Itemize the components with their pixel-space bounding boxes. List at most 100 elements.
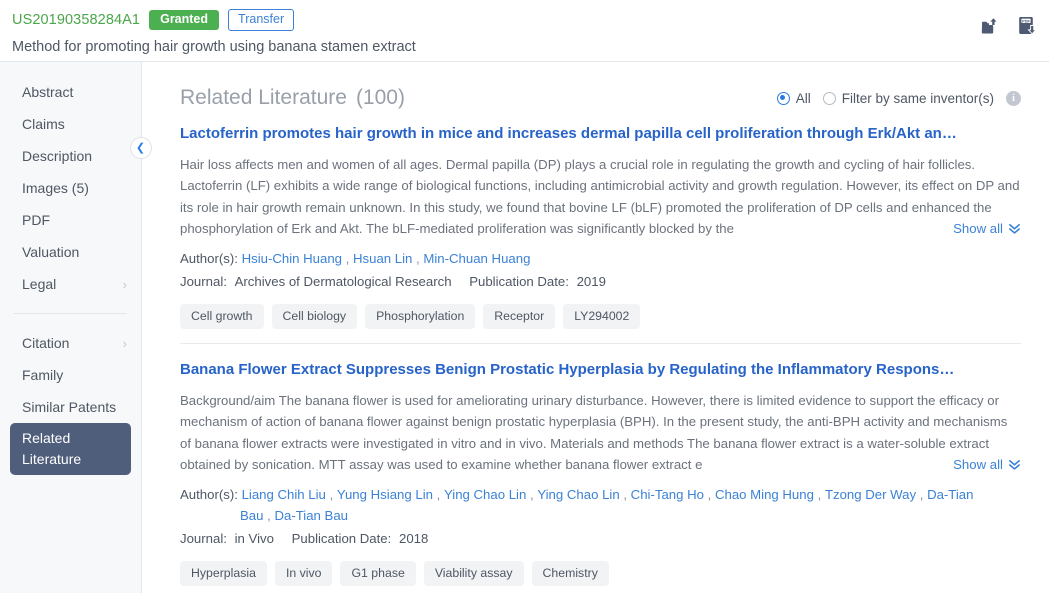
sidebar-item-legal[interactable]: Legal › <box>0 268 141 300</box>
header-icon-group: PDF <box>981 16 1037 37</box>
chevron-double-down-icon <box>1009 459 1020 470</box>
result-count: (100) <box>355 86 405 109</box>
transfer-button[interactable]: Transfer <box>228 9 295 31</box>
authors-list: Hsiu-Chin Huang , Hsuan Lin , Min-Chuan … <box>241 251 531 266</box>
sidebar-item-label: Claims <box>22 116 65 132</box>
article-tags: Cell growth Cell biology Phosphorylation… <box>180 304 1021 329</box>
article-authors-row: Author(s): Hsiu-Chin Huang , Hsuan Lin ,… <box>180 248 1021 269</box>
author-link[interactable]: Yung Hsiang Lin <box>337 487 433 502</box>
article-tags: Hyperplasia In vivo G1 phase Viability a… <box>180 561 1021 586</box>
content-header: Related Literature (100) All Filter by s… <box>180 62 1021 118</box>
article-journal-row: Journal: Archives of Dermatological Rese… <box>180 271 1021 292</box>
pubdate-label: Publication Date: <box>291 531 392 546</box>
pubdate-label: Publication Date: <box>469 274 569 289</box>
sidebar-item-citation[interactable]: Citation › <box>0 327 141 359</box>
author-link[interactable]: Ying Chao Lin <box>537 487 619 502</box>
pubdate-value: 2018 <box>398 531 429 546</box>
pubdate-value: 2019 <box>576 274 606 289</box>
article-title-link[interactable]: Lactoferrin promotes hair growth in mice… <box>180 124 1021 144</box>
chevron-right-icon: › <box>122 335 127 351</box>
chevron-left-icon: ❮ <box>135 141 146 154</box>
article-abstract: Background/aim The banana flower is used… <box>180 390 1021 475</box>
literature-item: Banana Flower Extract Suppresses Benign … <box>180 343 1021 593</box>
abstract-text: Background/aim The banana flower is used… <box>180 393 1008 472</box>
tag-chip[interactable]: Cell growth <box>180 304 264 329</box>
sidebar-item-label: Related Literature <box>22 430 82 467</box>
show-all-button[interactable]: Show all <box>950 453 1021 475</box>
radio-inventor-indicator[interactable] <box>822 91 836 105</box>
patent-title: Method for promoting hair growth using b… <box>12 39 416 55</box>
sidebar-item-related-literature[interactable]: Related Literature <box>10 423 131 475</box>
journal-label: Journal: <box>180 531 227 546</box>
tag-chip[interactable]: Cell biology <box>271 304 358 329</box>
authors-label: Author(s): <box>180 487 238 502</box>
journal-label: Journal: <box>180 274 227 289</box>
page-title: Related Literature <box>180 86 347 109</box>
sidebar-item-description[interactable]: Description <box>0 140 141 172</box>
patent-number: US20190358284A1 <box>12 12 141 28</box>
tag-chip[interactable]: G1 phase <box>340 561 416 586</box>
patent-id-row: US20190358284A1 Granted Transfer <box>12 8 1049 32</box>
journal-value: in Vivo <box>234 531 274 546</box>
show-all-button[interactable]: Show all <box>950 217 1021 239</box>
sidebar-item-family[interactable]: Family <box>0 359 141 391</box>
status-badge-granted: Granted <box>149 10 220 30</box>
author-link[interactable]: Da-Tian Bau <box>274 508 348 523</box>
sidebar-item-label: PDF <box>22 212 50 228</box>
radio-option-all[interactable]: All <box>776 91 811 106</box>
sidebar-item-label: Abstract <box>22 84 74 100</box>
sidebar-item-pdf[interactable]: PDF <box>0 204 141 236</box>
sidebar-item-label: Images (5) <box>22 180 89 196</box>
authors-label: Author(s): <box>180 251 238 266</box>
main-content: Related Literature (100) All Filter by s… <box>142 62 1049 593</box>
tag-chip[interactable]: LY294002 <box>563 304 641 329</box>
chevron-right-icon: › <box>122 276 127 292</box>
abstract-text: Hair loss affects men and women of all a… <box>180 157 1020 236</box>
authors-list: Liang Chih Liu , Yung Hsiang Lin , Ying … <box>240 487 974 523</box>
share-upload-icon[interactable] <box>981 17 1001 37</box>
article-abstract: Hair loss affects men and women of all a… <box>180 154 1021 239</box>
author-link[interactable]: Hsiu-Chin Huang <box>242 251 342 266</box>
tag-chip[interactable]: Viability assay <box>423 561 524 586</box>
tag-chip[interactable]: Hyperplasia <box>180 561 267 586</box>
sidebar-group-primary: Abstract Claims Description Images (5) P… <box>0 76 141 300</box>
journal-value: Archives of Dermatological Research <box>234 274 452 289</box>
sidebar-collapse-button[interactable]: ❮ <box>130 137 152 159</box>
sidebar-group-secondary: Citation › Family Similar Patents Relate… <box>0 327 141 475</box>
show-all-label: Show all <box>953 220 1003 236</box>
radio-option-same-inventor[interactable]: Filter by same inventor(s) <box>822 90 994 106</box>
sidebar-divider <box>14 313 127 314</box>
author-link[interactable]: Chao Ming Hung <box>715 487 814 502</box>
article-title-link[interactable]: Banana Flower Extract Suppresses Benign … <box>180 360 1021 380</box>
tag-chip[interactable]: Receptor <box>483 304 556 329</box>
sidebar-item-images[interactable]: Images (5) <box>0 172 141 204</box>
sidebar-item-abstract[interactable]: Abstract <box>0 76 141 108</box>
radio-all-indicator[interactable] <box>776 91 790 105</box>
author-link[interactable]: Chi-Tang Ho <box>631 487 704 502</box>
filter-controls: All Filter by same inventor(s) i <box>776 90 1021 106</box>
sidebar-item-label: Valuation <box>22 244 80 260</box>
tag-chip[interactable]: Phosphorylation <box>365 304 476 329</box>
sidebar-item-label: Description <box>22 148 93 164</box>
show-all-label: Show all <box>953 456 1003 472</box>
radio-inventor-label: Filter by same inventor(s) <box>841 90 994 106</box>
author-link[interactable]: Tzong Der Way <box>825 487 916 502</box>
author-link[interactable]: Liang Chih Liu <box>242 487 326 502</box>
patent-header: US20190358284A1 Granted Transfer Method … <box>0 0 1049 62</box>
svg-text:PDF: PDF <box>1022 18 1030 23</box>
sidebar-item-valuation[interactable]: Valuation <box>0 236 141 268</box>
page-body: Abstract Claims Description Images (5) P… <box>0 62 1049 593</box>
info-icon[interactable]: i <box>1006 90 1021 106</box>
author-link[interactable]: Hsuan Lin <box>353 251 412 266</box>
sidebar-item-claims[interactable]: Claims <box>0 108 141 140</box>
article-journal-row: Journal: in Vivo Publication Date: 2018 <box>180 528 1021 549</box>
pdf-download-icon[interactable]: PDF <box>1017 16 1037 37</box>
sidebar-item-label: Family <box>22 367 64 383</box>
author-link[interactable]: Ying Chao Lin <box>444 487 526 502</box>
author-link[interactable]: Min-Chuan Huang <box>423 251 530 266</box>
sidebar-item-similar-patents[interactable]: Similar Patents <box>0 391 141 423</box>
sidebar-item-label: Citation <box>22 335 70 351</box>
tag-chip[interactable]: Chemistry <box>531 561 609 586</box>
sidebar-nav: Abstract Claims Description Images (5) P… <box>0 62 152 593</box>
tag-chip[interactable]: In vivo <box>274 561 333 586</box>
